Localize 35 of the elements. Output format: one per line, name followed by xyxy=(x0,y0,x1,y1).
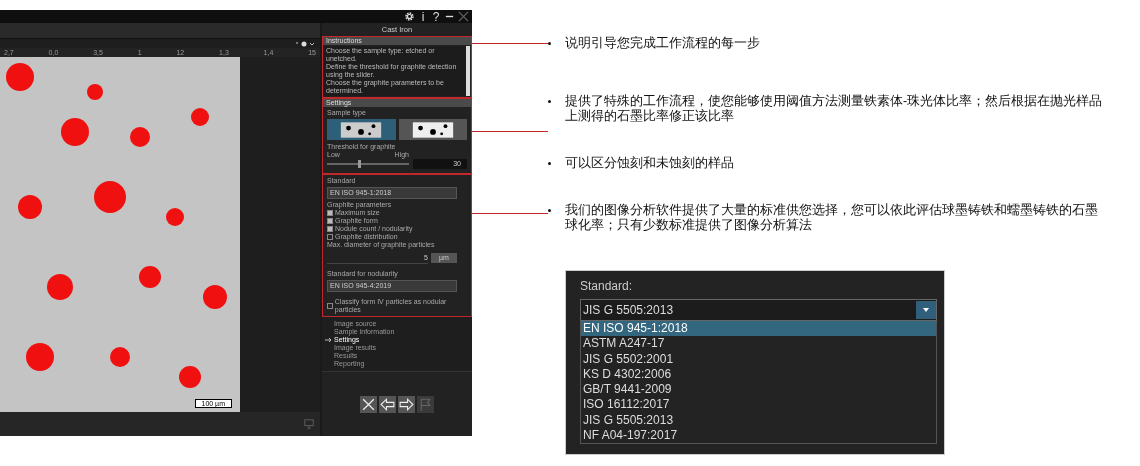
annotation-text: 提供了特殊的工作流程，使您能够使用阈值方法测量铁素体-珠光体比率；然后根据在抛光样品上测得的石墨比率修正该比率 xyxy=(565,94,1104,124)
standard-option[interactable]: JIS G 5502:2001 xyxy=(581,351,936,367)
view-options-icon[interactable] xyxy=(294,40,314,47)
standard-label: Standard: xyxy=(580,278,634,295)
cancel-button[interactable] xyxy=(360,395,377,413)
slider-thumb[interactable] xyxy=(358,160,362,168)
etched-sample-tile[interactable] xyxy=(327,119,396,140)
bullet-icon xyxy=(548,209,551,212)
back-button[interactable] xyxy=(379,395,396,413)
annotation-text: 说明引导您完成工作流程的每一步 xyxy=(565,36,760,51)
annotation-text: 我们的图像分析软件提供了大量的标准供您选择，您可以依此评估球墨铸铁和蠕墨铸铁的石墨球化率；只有少数标准提供了图像分析算法 xyxy=(565,203,1099,233)
standard-option[interactable]: ASTM A247-17 xyxy=(581,336,936,352)
current-step-arrow-icon xyxy=(325,337,333,343)
bullet-icon xyxy=(548,100,551,103)
next-button[interactable] xyxy=(398,395,415,413)
checkbox[interactable] xyxy=(327,210,333,216)
standard-select[interactable]: JIS G 5505:2013 xyxy=(580,299,937,321)
checkbox[interactable] xyxy=(327,226,333,232)
standard-option[interactable]: GB/T 9441-2009 xyxy=(581,382,936,398)
checkbox[interactable] xyxy=(327,303,333,309)
help-button[interactable]: ? xyxy=(431,10,441,23)
annotation-text: 可以区分蚀刻和未蚀刻的样品 xyxy=(565,156,734,171)
bullet-icon xyxy=(548,42,551,45)
standard-option[interactable]: JIS G 5505:2013 xyxy=(581,412,936,429)
bullet-icon xyxy=(548,162,551,165)
standard-option[interactable]: NF A04-197:2017 xyxy=(581,428,936,444)
standard-option[interactable]: EN ISO 945-1:2018 xyxy=(581,321,936,337)
checkbox[interactable] xyxy=(327,218,333,224)
info-button[interactable]: i xyxy=(418,10,428,23)
settings-icon[interactable] xyxy=(404,11,415,22)
sample-tile[interactable] xyxy=(398,119,467,140)
standard-option[interactable]: ISO 16112:2017 xyxy=(581,397,936,413)
selected-standard: JIS G 5505:2013 xyxy=(583,303,674,317)
checkbox[interactable] xyxy=(327,234,333,240)
standard-option[interactable]: KS D 4302:2006 xyxy=(581,366,936,383)
